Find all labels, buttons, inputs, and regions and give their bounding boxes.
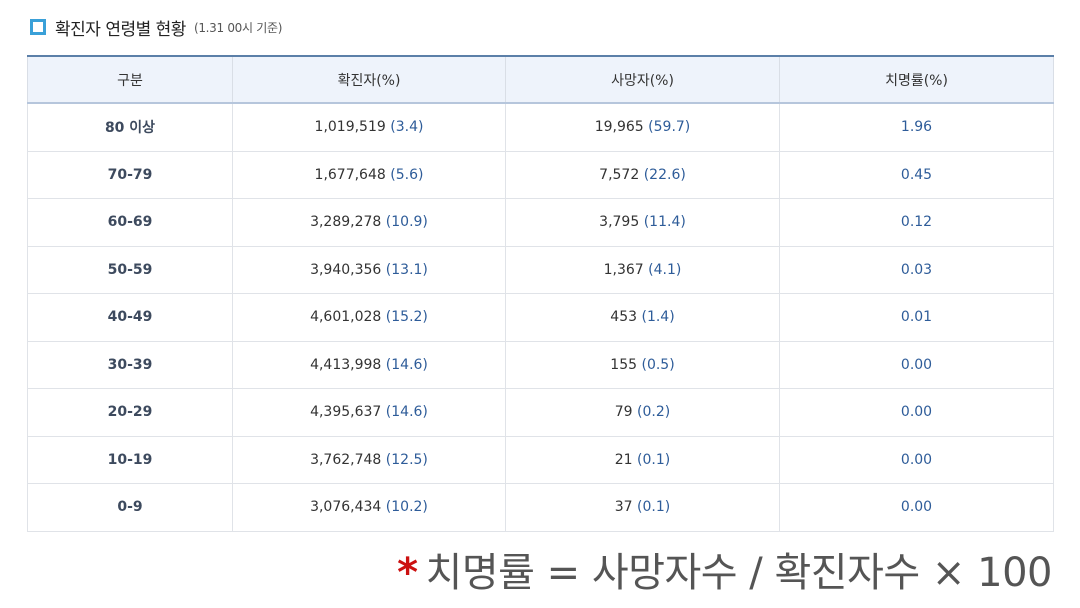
cfr-cell: 0.00 xyxy=(779,388,1054,437)
footnote-star: * xyxy=(397,550,418,596)
cfr-cell: 0.12 xyxy=(779,198,1054,247)
footnote-text: 치명률 = 사망자수 / 확진자수 × 100 xyxy=(425,550,1053,596)
age-group-cell: 70-79 xyxy=(27,151,233,199)
deaths-cell: 155 (0.5) xyxy=(505,341,780,389)
deaths-percent: (0.5) xyxy=(641,356,675,373)
deaths-value: 21 xyxy=(614,451,633,468)
deaths-value: 37 xyxy=(614,499,633,516)
header-category: 구분 xyxy=(27,56,233,104)
cfr-cell: 0.00 xyxy=(779,341,1054,389)
table-row: 50-59 3,940,356 (13.1) 1,367 (4.1) 0.03 xyxy=(27,246,1054,294)
age-group-cell: 20-29 xyxy=(27,388,233,437)
header-deaths: 사망자(%) xyxy=(505,56,780,104)
deaths-value: 7,572 xyxy=(599,166,640,183)
cases-value: 3,289,278 xyxy=(310,214,382,231)
cases-value: 4,413,998 xyxy=(310,356,382,373)
deaths-cell: 19,965 (59.7) xyxy=(505,103,780,152)
cases-cell: 1,677,648 (5.6) xyxy=(232,151,506,199)
table-row: 10-19 3,762,748 (12.5) 21 (0.1) 0.00 xyxy=(27,436,1054,484)
deaths-percent: (11.4) xyxy=(643,214,686,231)
table-row: 80 이상 1,019,519 (3.4) 19,965 (59.7) 1.96 xyxy=(27,103,1054,152)
cfr-cell: 0.45 xyxy=(779,151,1054,199)
table-row: 30-39 4,413,998 (14.6) 155 (0.5) 0.00 xyxy=(27,341,1054,389)
table-row: 0-9 3,076,434 (10.2) 37 (0.1) 0.00 xyxy=(27,483,1054,532)
deaths-percent: (4.1) xyxy=(648,261,682,278)
deaths-cell: 21 (0.1) xyxy=(505,436,780,484)
age-group-cell: 80 이상 xyxy=(27,103,233,152)
cases-cell: 4,413,998 (14.6) xyxy=(232,341,506,389)
section-header: 확진자 연령별 현황 (1.31 00시 기준) xyxy=(30,12,282,42)
age-group-cell: 60-69 xyxy=(27,198,233,247)
section-subtitle: (1.31 00시 기준) xyxy=(193,20,283,35)
table-body: 80 이상 1,019,519 (3.4) 19,965 (59.7) 1.96 70-… xyxy=(27,103,1054,532)
deaths-value: 3,795 xyxy=(599,214,640,231)
cases-value: 4,395,637 xyxy=(310,404,382,421)
cases-value: 4,601,028 xyxy=(310,309,382,326)
deaths-cell: 453 (1.4) xyxy=(505,293,780,342)
deaths-value: 155 xyxy=(610,356,638,373)
deaths-cell: 1,367 (4.1) xyxy=(505,246,780,294)
deaths-value: 1,367 xyxy=(603,261,644,278)
cases-percent: (14.6) xyxy=(385,404,428,421)
cases-percent: (15.2) xyxy=(385,309,428,326)
cases-percent: (3.4) xyxy=(390,119,424,136)
cases-cell: 3,940,356 (13.1) xyxy=(232,246,506,294)
age-group-cell: 50-59 xyxy=(27,246,233,294)
table-row: 20-29 4,395,637 (14.6) 79 (0.2) 0.00 xyxy=(27,388,1054,437)
deaths-percent: (1.4) xyxy=(641,309,675,326)
cfr-cell: 0.00 xyxy=(779,483,1054,532)
deaths-percent: (0.1) xyxy=(637,499,671,516)
deaths-percent: (0.2) xyxy=(637,404,671,421)
deaths-cell: 79 (0.2) xyxy=(505,388,780,437)
square-bullet-icon xyxy=(30,19,46,35)
deaths-value: 19,965 xyxy=(594,119,644,136)
cases-cell: 3,076,434 (10.2) xyxy=(232,483,506,532)
cases-cell: 3,762,748 (12.5) xyxy=(232,436,506,484)
deaths-value: 453 xyxy=(610,309,638,326)
deaths-percent: (22.6) xyxy=(643,166,686,183)
table-header-row: 구분 확진자(%) 사망자(%) 치명률(%) xyxy=(27,56,1054,104)
cases-cell: 3,289,278 (10.9) xyxy=(232,198,506,247)
deaths-value: 79 xyxy=(614,404,633,421)
age-group-cell: 0-9 xyxy=(27,483,233,532)
deaths-percent: (59.7) xyxy=(648,119,691,136)
age-group-cell: 30-39 xyxy=(27,341,233,389)
deaths-cell: 7,572 (22.6) xyxy=(505,151,780,199)
cfr-cell: 0.01 xyxy=(779,293,1054,342)
age-stats-table: 구분 확진자(%) 사망자(%) 치명률(%) 80 이상 1,019,519 (… xyxy=(27,55,1054,532)
cases-value: 1,019,519 xyxy=(314,119,386,136)
cases-cell: 1,019,519 (3.4) xyxy=(232,103,506,152)
cases-percent: (12.5) xyxy=(385,451,428,468)
header-cfr: 치명률(%) xyxy=(779,56,1054,104)
table-row: 40-49 4,601,028 (15.2) 453 (1.4) 0.01 xyxy=(27,293,1054,342)
cases-cell: 4,601,028 (15.2) xyxy=(232,293,506,342)
cases-percent: (14.6) xyxy=(385,356,428,373)
cfr-cell: 0.03 xyxy=(779,246,1054,294)
cases-value: 3,076,434 xyxy=(310,499,382,516)
cases-percent: (5.6) xyxy=(390,166,424,183)
deaths-cell: 3,795 (11.4) xyxy=(505,198,780,247)
age-group-cell: 40-49 xyxy=(27,293,233,342)
cases-percent: (10.2) xyxy=(385,499,428,516)
cases-percent: (13.1) xyxy=(385,261,428,278)
footnote: * 치명률 = 사망자수 / 확진자수 × 100 xyxy=(397,540,1052,598)
cases-percent: (10.9) xyxy=(385,214,428,231)
cases-cell: 4,395,637 (14.6) xyxy=(232,388,506,437)
cases-value: 3,940,356 xyxy=(310,261,382,278)
table-row: 60-69 3,289,278 (10.9) 3,795 (11.4) 0.12 xyxy=(27,198,1054,247)
cfr-cell: 0.00 xyxy=(779,436,1054,484)
age-group-cell: 10-19 xyxy=(27,436,233,484)
deaths-cell: 37 (0.1) xyxy=(505,483,780,532)
section-title: 확진자 연령별 현황 xyxy=(55,19,186,40)
deaths-percent: (0.1) xyxy=(637,451,671,468)
cases-value: 1,677,648 xyxy=(314,166,386,183)
cases-value: 3,762,748 xyxy=(310,451,382,468)
cfr-cell: 1.96 xyxy=(779,103,1054,152)
table-row: 70-79 1,677,648 (5.6) 7,572 (22.6) 0.45 xyxy=(27,151,1054,199)
header-cases: 확진자(%) xyxy=(232,56,506,104)
